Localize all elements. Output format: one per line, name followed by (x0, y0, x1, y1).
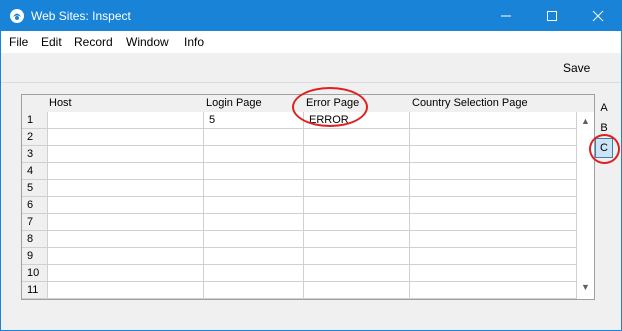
table-row: 11 (22, 282, 594, 299)
menu-file[interactable]: File (9, 35, 28, 49)
minimize-button[interactable] (483, 1, 529, 31)
country-selection-page-cell[interactable] (409, 282, 577, 299)
row-number: 1 (22, 112, 47, 129)
web-sites-grid: Host Login Page Error Page Country Selec… (21, 94, 595, 300)
login-page-cell[interactable]: 5 (203, 112, 303, 129)
country-selection-page-cell[interactable] (409, 146, 577, 163)
login-page-cell[interactable] (203, 282, 303, 299)
host-cell[interactable] (47, 282, 203, 299)
error-page-cell[interactable] (303, 163, 409, 180)
table-row: 6 (22, 197, 594, 214)
host-cell[interactable] (47, 180, 203, 197)
row-number: 10 (22, 265, 47, 282)
country-selection-page-cell[interactable] (409, 248, 577, 265)
error-page-cell[interactable] (303, 180, 409, 197)
host-cell[interactable] (47, 231, 203, 248)
row-number: 6 (22, 197, 47, 214)
error-page-cell[interactable] (303, 197, 409, 214)
country-selection-page-cell[interactable] (409, 163, 577, 180)
country-selection-page-cell[interactable] (409, 214, 577, 231)
row-number: 2 (22, 129, 47, 146)
row-number: 9 (22, 248, 47, 265)
header-login-page[interactable]: Login Page (206, 97, 262, 109)
host-cell[interactable] (47, 248, 203, 265)
error-page-cell[interactable] (303, 265, 409, 282)
login-page-cell[interactable] (203, 214, 303, 231)
login-page-cell[interactable] (203, 163, 303, 180)
country-selection-page-cell[interactable] (409, 129, 577, 146)
menu-window[interactable]: Window (126, 35, 169, 49)
error-page-cell[interactable] (303, 248, 409, 265)
country-selection-page-cell[interactable] (409, 197, 577, 214)
title-bar[interactable]: Web Sites: Inspect (1, 1, 621, 31)
row-number: 11 (22, 282, 47, 299)
login-page-cell[interactable] (203, 231, 303, 248)
host-cell[interactable] (47, 112, 203, 129)
menu-bar: File Edit Record Window Info (1, 31, 621, 53)
host-cell[interactable] (47, 129, 203, 146)
maximize-button[interactable] (529, 1, 575, 31)
menu-record[interactable]: Record (74, 35, 113, 49)
save-button[interactable]: Save (563, 61, 590, 75)
login-page-cell[interactable] (203, 129, 303, 146)
maximize-icon (547, 11, 557, 21)
table-row: 8 (22, 231, 594, 248)
row-number: 7 (22, 214, 47, 231)
error-page-cell[interactable] (303, 282, 409, 299)
host-cell[interactable] (47, 197, 203, 214)
country-selection-page-cell[interactable] (409, 180, 577, 197)
table-row: 3 (22, 146, 594, 163)
menu-edit[interactable]: Edit (41, 35, 62, 49)
tab-a[interactable]: A (595, 98, 613, 118)
country-selection-page-cell[interactable] (409, 265, 577, 282)
table-row: 4 (22, 163, 594, 180)
error-page-cell[interactable] (303, 214, 409, 231)
window-title: Web Sites: Inspect (31, 9, 131, 23)
scroll-up-icon[interactable]: ▲ (577, 112, 594, 129)
error-page-cell[interactable] (303, 129, 409, 146)
row-number: 5 (22, 180, 47, 197)
annotation-circle-error-page (292, 87, 368, 127)
country-selection-page-cell[interactable] (409, 112, 577, 129)
annotation-circle-tab-c (589, 134, 620, 164)
error-page-cell[interactable] (303, 146, 409, 163)
login-page-cell[interactable] (203, 197, 303, 214)
header-host[interactable]: Host (49, 97, 72, 109)
error-page-cell[interactable] (303, 231, 409, 248)
close-icon (592, 10, 604, 22)
app-window: Web Sites: Inspect File Edit Record Wind… (0, 0, 622, 331)
table-row: 7 (22, 214, 594, 231)
table-row: 9 (22, 248, 594, 265)
menu-info[interactable]: Info (184, 35, 204, 49)
row-number: 8 (22, 231, 47, 248)
table-row: 5 (22, 180, 594, 197)
country-selection-page-cell[interactable] (409, 231, 577, 248)
login-page-cell[interactable] (203, 180, 303, 197)
host-cell[interactable] (47, 265, 203, 282)
header-country-selection-page[interactable]: Country Selection Page (412, 97, 528, 109)
content-area: Host Login Page Error Page Country Selec… (1, 84, 621, 330)
host-cell[interactable] (47, 163, 203, 180)
host-cell[interactable] (47, 214, 203, 231)
scroll-down-icon[interactable]: ▼ (577, 278, 594, 295)
login-page-cell[interactable] (203, 248, 303, 265)
table-row: 10 (22, 265, 594, 282)
row-number: 4 (22, 163, 47, 180)
row-number: 3 (22, 146, 47, 163)
app-logo-icon (9, 8, 25, 24)
table-row: 2 (22, 129, 594, 146)
close-button[interactable] (575, 1, 621, 31)
login-page-cell[interactable] (203, 265, 303, 282)
login-page-cell[interactable] (203, 146, 303, 163)
host-cell[interactable] (47, 146, 203, 163)
minimize-icon (501, 15, 511, 17)
toolbar: Save (1, 53, 621, 83)
